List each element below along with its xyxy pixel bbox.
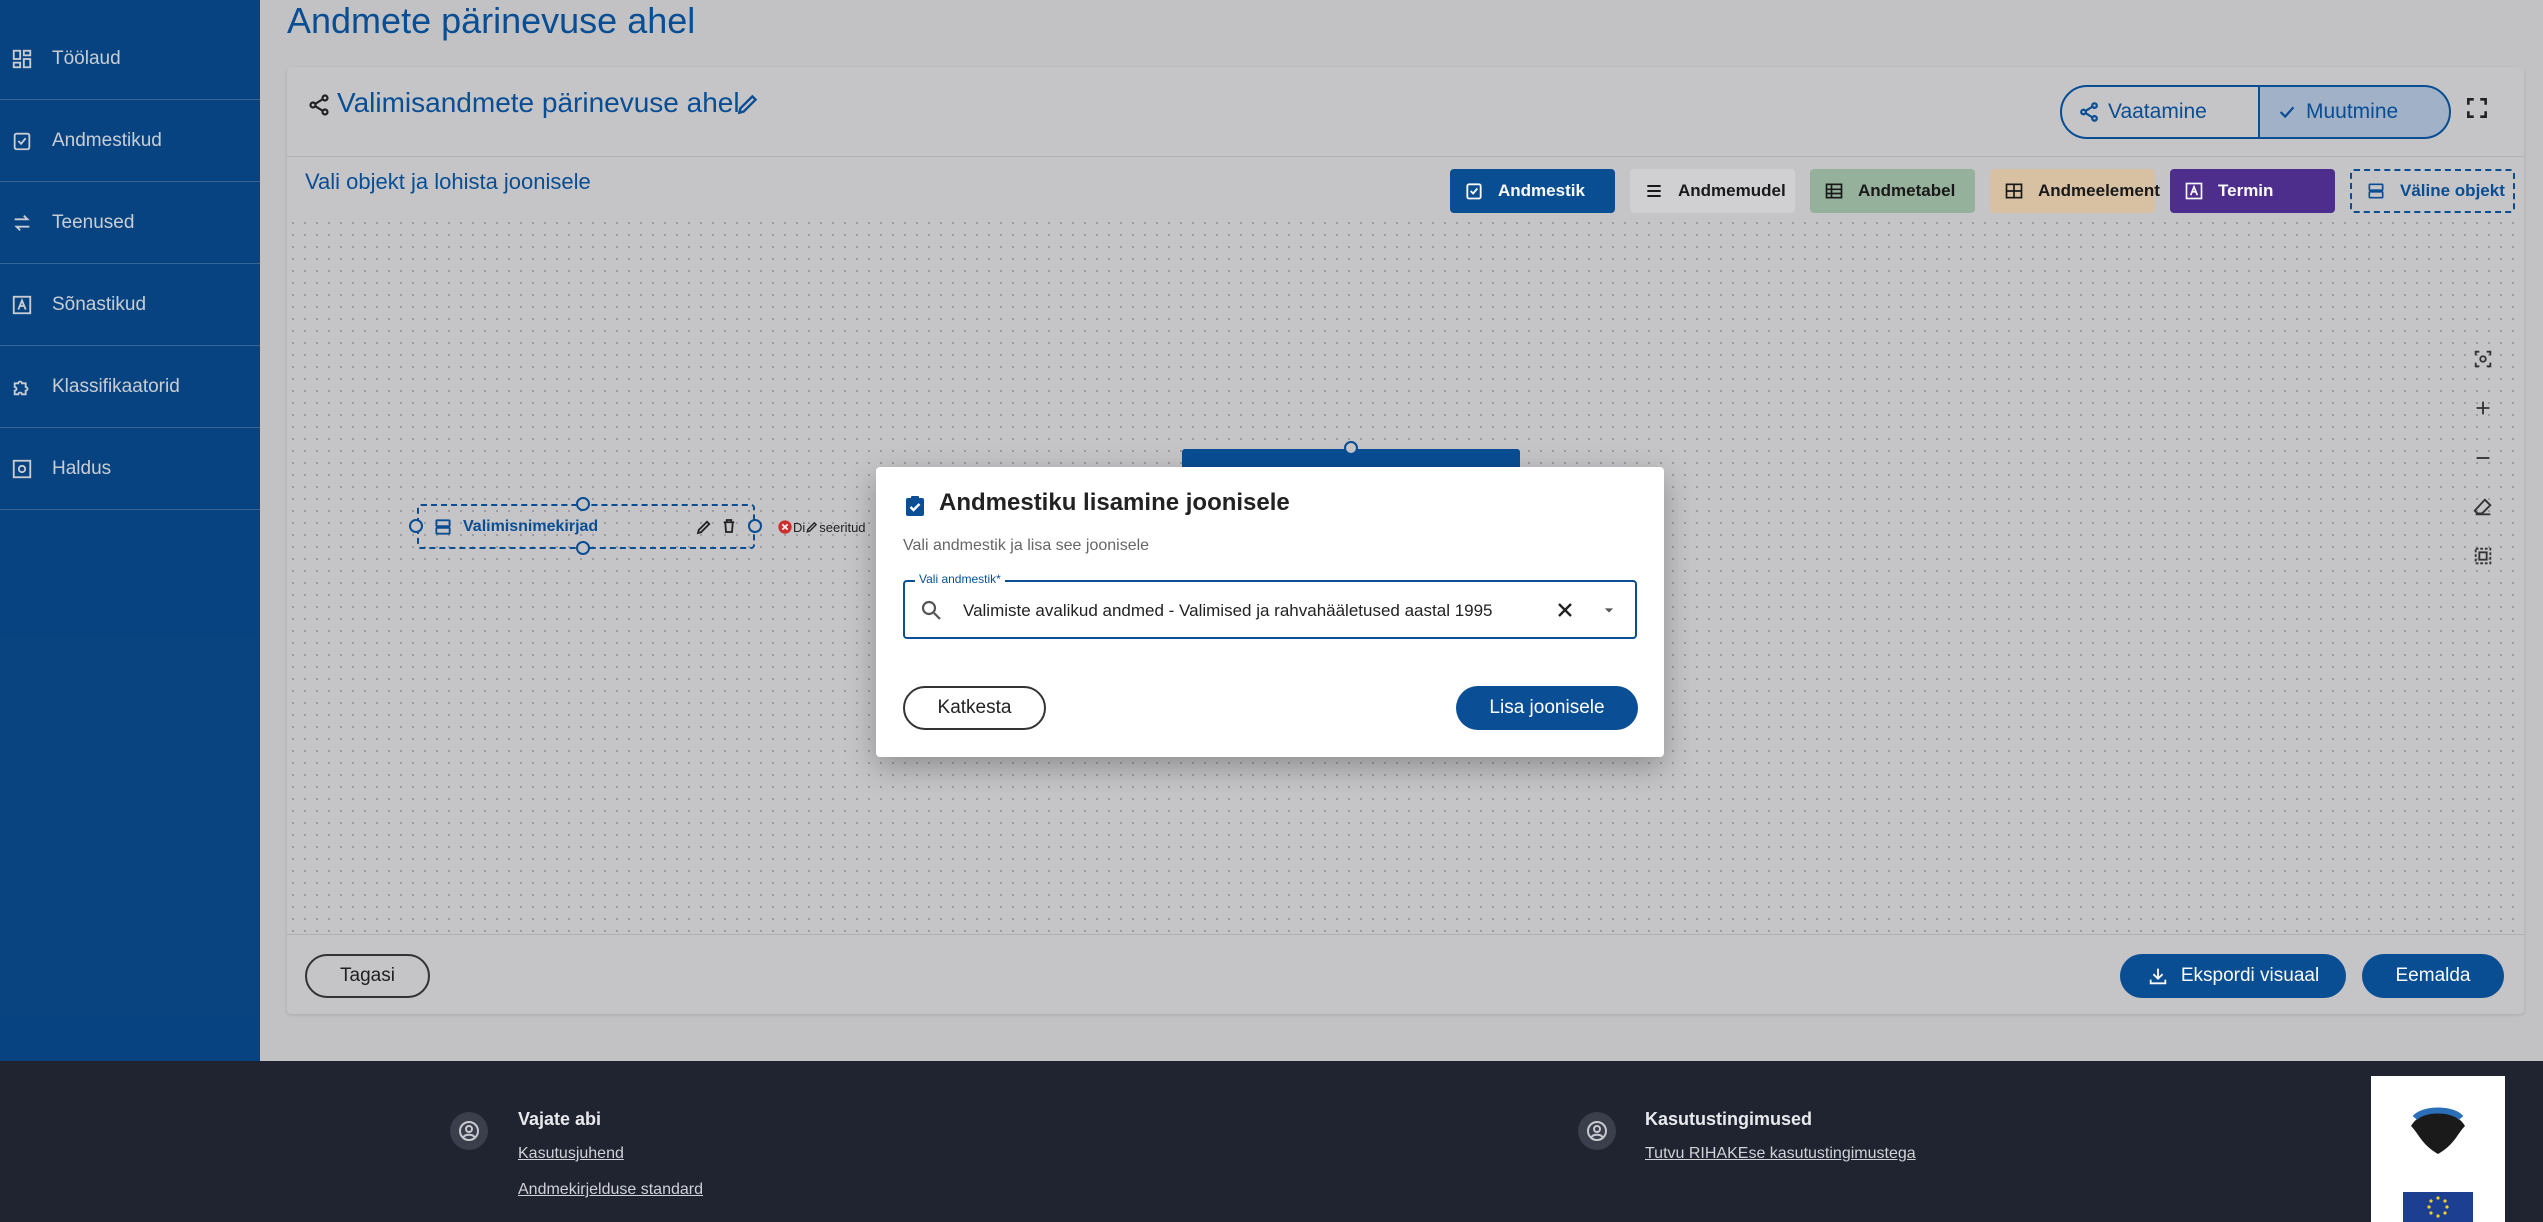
terms-link[interactable]: Tutvu RIHAKEse kasutustingimustega <box>1645 1145 1916 1163</box>
dataset-select-value[interactable]: Valimiste avalikud andmed - Valimised ja… <box>963 601 1493 621</box>
search-icon <box>919 598 943 627</box>
chevron-down-icon[interactable] <box>1599 600 1619 625</box>
account-circle-icon <box>450 1112 488 1150</box>
site-footer: Vajate abi Kasutusjuhend Andmekirjelduse… <box>0 1061 2543 1222</box>
eu-funding-logo <box>2371 1076 2505 1222</box>
help-link-manual[interactable]: Kasutusjuhend <box>518 1145 624 1163</box>
cancel-button[interactable]: Katkesta <box>903 686 1046 730</box>
help-link-standard[interactable]: Andmekirjelduse standard <box>518 1181 703 1199</box>
dataset-select-field[interactable]: Vali andmestik* Valimiste avalikud andme… <box>903 572 1637 639</box>
account-circle-icon <box>1578 1112 1616 1150</box>
help-heading: Vajate abi <box>518 1109 602 1129</box>
clipboard-check-icon <box>903 493 927 524</box>
dialog-title: Andmestiku lisamine joonisele <box>939 489 1290 516</box>
dialog-subtitle: Vali andmestik ja lisa see joonisele <box>903 537 1150 554</box>
add-to-diagram-button[interactable]: Lisa joonisele <box>1456 686 1638 730</box>
add-dataset-dialog: Andmestiku lisamine joonisele Vali andme… <box>876 467 1664 757</box>
field-label: Vali andmestik* <box>915 572 1005 586</box>
terms-heading: Kasutustingimused <box>1645 1109 1813 1129</box>
clear-icon[interactable] <box>1553 598 1577 627</box>
